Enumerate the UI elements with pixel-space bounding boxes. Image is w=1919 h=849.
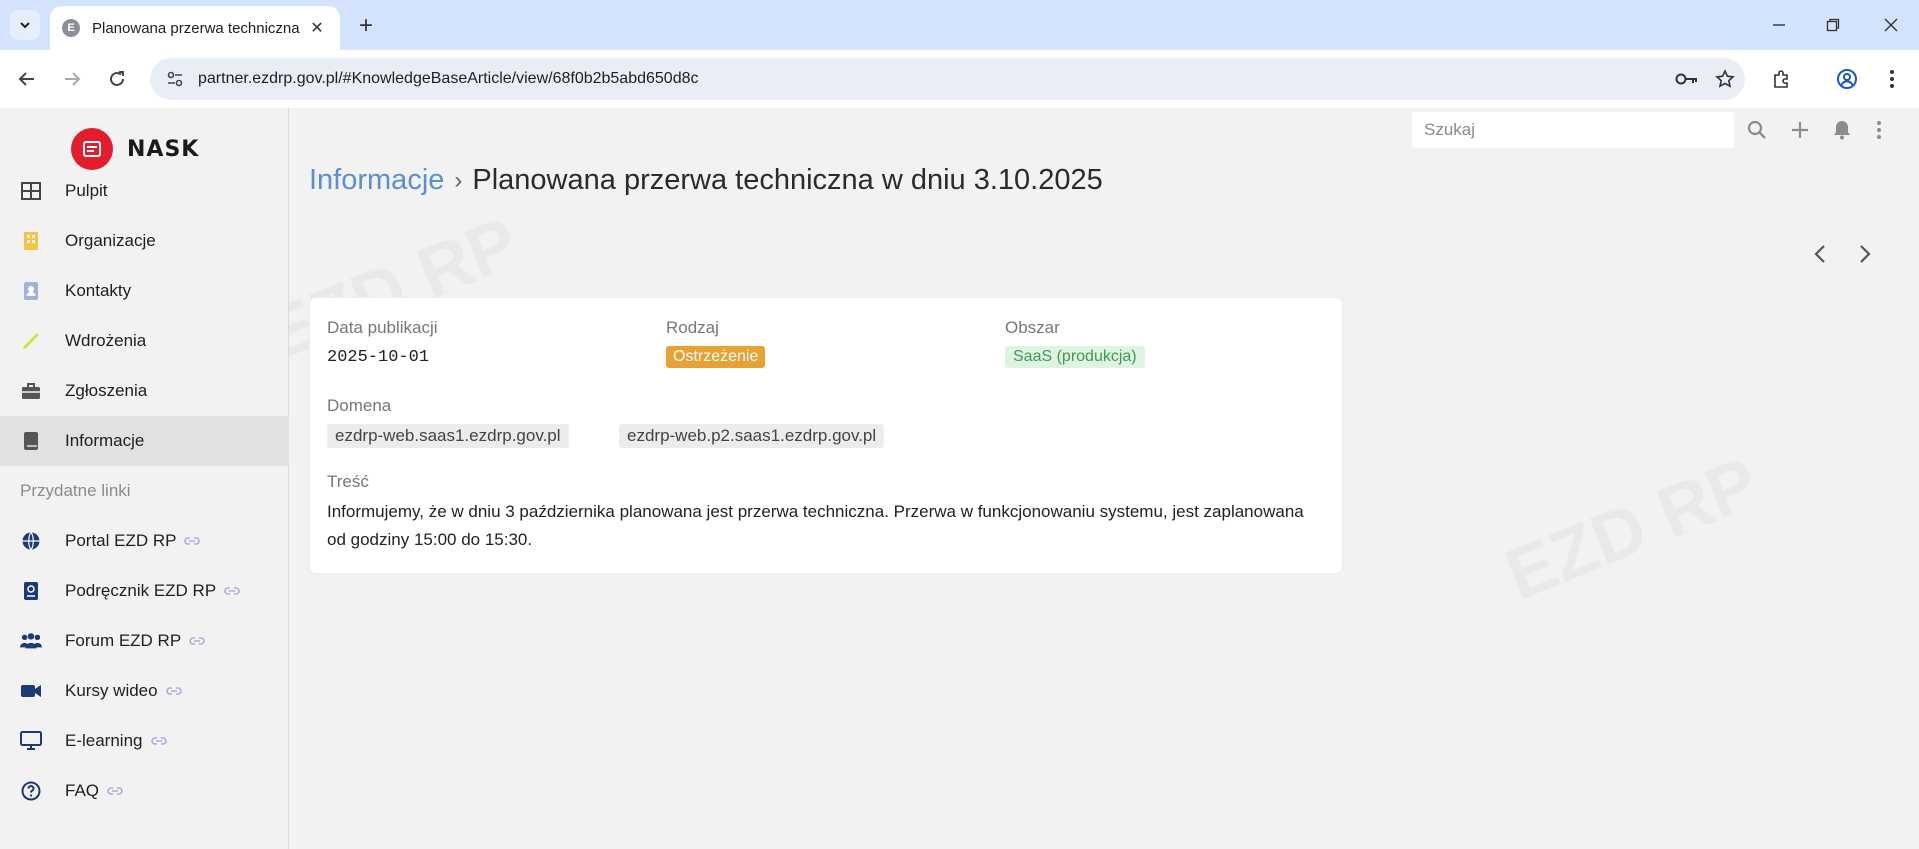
browser-menu-icon[interactable] — [1876, 63, 1908, 95]
sidebar-item-organizacje[interactable]: Organizacje — [0, 216, 289, 266]
area-badge: SaaS (produkcja) — [1005, 346, 1145, 368]
dashboard-icon — [20, 180, 42, 202]
sidebar-item-label: Organizacje — [65, 231, 156, 250]
article-content: Informujemy, że w dniu 3 października pl… — [327, 502, 1304, 549]
briefcase-icon — [20, 380, 42, 402]
sidebar-item-zgloszenia[interactable]: Zgłoszenia — [0, 366, 289, 416]
monitor-icon — [20, 730, 42, 752]
breadcrumb-link-informacje[interactable]: Informacje — [309, 164, 444, 197]
building-icon — [20, 230, 42, 252]
favicon-icon: E — [62, 19, 80, 37]
sidebar-item-kontakty[interactable]: Kontakty — [0, 266, 289, 316]
sidebar-link-kursy-wideo[interactable]: Kursy wideo — [0, 666, 289, 716]
chevron-right-icon — [1860, 245, 1871, 263]
sidebar-link-podrecznik[interactable]: Podręcznik EZD RP — [0, 566, 289, 616]
star-icon[interactable] — [1715, 69, 1735, 89]
sidebar-nav: Pulpit Organizacje Kontakty Wdrożenia Zg… — [0, 166, 289, 816]
sidebar-link-label: Forum EZD RP — [65, 631, 182, 650]
next-article-button[interactable] — [1849, 238, 1881, 270]
sidebar-link-faq[interactable]: FAQ — [0, 766, 289, 816]
sidebar-link-label: E-learning — [65, 731, 143, 750]
forward-arrow-icon[interactable] — [56, 63, 88, 95]
useful-links-heading: Przydatne linki — [20, 481, 131, 500]
video-icon — [20, 680, 42, 702]
sidebar-item-label: Informacje — [65, 431, 145, 450]
sidebar-link-label: Portal EZD RP — [65, 531, 177, 550]
nask-logo[interactable]: NASK — [71, 128, 199, 170]
reload-icon[interactable] — [101, 63, 133, 95]
chevron-down-icon — [20, 22, 30, 29]
bell-icon[interactable] — [1828, 116, 1856, 144]
domain-label: Domena — [327, 396, 392, 415]
sidebar-item-label: Kontakty — [65, 281, 132, 300]
sidebar-item-informacje[interactable]: Informacje — [0, 416, 289, 466]
globe-icon — [20, 530, 42, 552]
content-label: Treść — [327, 472, 369, 491]
sidebar-link-label: Kursy wideo — [65, 681, 158, 700]
sidebar-item-pulpit[interactable]: Pulpit — [0, 166, 289, 216]
sidebar-link-forum[interactable]: Forum EZD RP — [0, 616, 289, 666]
manual-icon — [20, 580, 42, 602]
profile-icon[interactable] — [1831, 63, 1863, 95]
sidebar-link-portal[interactable]: Portal EZD RP — [0, 516, 289, 566]
external-link-icon — [165, 685, 182, 697]
tab-search-button[interactable] — [10, 10, 40, 40]
app-root: EZD RP EZD RP EZD RP NASK Pulpit Organiz… — [0, 108, 1919, 849]
logo-text: NASK — [127, 136, 200, 162]
more-menu-icon[interactable] — [1865, 116, 1893, 144]
tab-title: Planowana przerwa techniczna w dniu 3.10… — [92, 19, 302, 37]
sidebar-link-label: Podręcznik EZD RP — [65, 581, 217, 600]
restore-icon[interactable] — [1813, 10, 1853, 40]
nask-logo-mark-icon — [71, 128, 113, 170]
browser-tab-bar: E Planowana przerwa techniczna w dniu 3.… — [0, 0, 1919, 50]
external-link-icon — [184, 535, 201, 547]
address-bar[interactable]: partner.ezdrp.gov.pl/#KnowledgeBaseArtic… — [150, 58, 1745, 100]
previous-article-button[interactable] — [1804, 238, 1836, 270]
chevron-left-icon — [1814, 245, 1825, 263]
url-text: partner.ezdrp.gov.pl/#KnowledgeBaseArtic… — [198, 70, 699, 87]
domain-tag: ezdrp-web.p2.saas1.ezdrp.gov.pl — [619, 424, 885, 448]
contact-card-icon — [20, 280, 42, 302]
book-icon — [20, 430, 42, 452]
back-arrow-icon[interactable] — [11, 63, 43, 95]
domain-tag: ezdrp-web.saas1.ezdrp.gov.pl — [327, 424, 569, 448]
add-plus-icon[interactable] — [1786, 116, 1814, 144]
browser-tab-active[interactable]: E Planowana przerwa techniczna w dniu 3.… — [50, 6, 340, 50]
window-close-icon[interactable] — [1871, 10, 1911, 40]
page-title: Planowana przerwa techniczna w dniu 3.10… — [472, 164, 1103, 196]
site-settings-icon[interactable] — [166, 70, 184, 88]
search-icon[interactable] — [1743, 116, 1771, 144]
new-tab-plus-icon[interactable]: + — [352, 12, 380, 40]
external-link-icon — [224, 585, 240, 597]
date-label: Data publikacji — [327, 318, 438, 337]
external-link-icon — [189, 635, 205, 647]
sidebar: NASK Pulpit Organizacje Kontakty Wdrożen… — [0, 108, 289, 849]
search-input[interactable] — [1412, 112, 1734, 148]
type-label: Rodzaj — [666, 318, 719, 337]
sidebar-link-e-learning[interactable]: E-learning — [0, 716, 289, 766]
external-link-icon — [107, 785, 123, 797]
sidebar-item-label: Pulpit — [65, 181, 108, 200]
article-detail-card: Data publikacji 2025-10-01 Rodzaj Ostrze… — [310, 298, 1342, 573]
minimize-icon[interactable] — [1759, 10, 1799, 40]
sidebar-item-label: Wdrożenia — [65, 331, 147, 350]
pencil-icon — [20, 330, 42, 352]
sidebar-item-wdrozenia[interactable]: Wdrożenia — [0, 316, 289, 366]
date-value: 2025-10-01 — [327, 348, 430, 367]
browser-toolbar: partner.ezdrp.gov.pl/#KnowledgeBaseArtic… — [0, 50, 1919, 108]
extensions-puzzle-icon[interactable] — [1765, 63, 1797, 95]
sidebar-link-label: FAQ — [65, 781, 100, 800]
type-badge: Ostrzeżenie — [666, 346, 766, 368]
main-content: Informacje › Planowana przerwa techniczn… — [290, 108, 1919, 849]
key-icon[interactable] — [1675, 71, 1699, 87]
external-link-icon — [150, 735, 167, 747]
close-icon[interactable]: ✕ — [306, 17, 328, 39]
people-icon — [20, 630, 42, 652]
question-icon — [20, 780, 42, 802]
breadcrumb: Informacje › Planowana przerwa techniczn… — [309, 164, 1103, 197]
sidebar-item-label: Zgłoszenia — [65, 381, 148, 400]
area-label: Obszar — [1005, 318, 1060, 337]
breadcrumb-separator-icon: › — [454, 166, 463, 194]
